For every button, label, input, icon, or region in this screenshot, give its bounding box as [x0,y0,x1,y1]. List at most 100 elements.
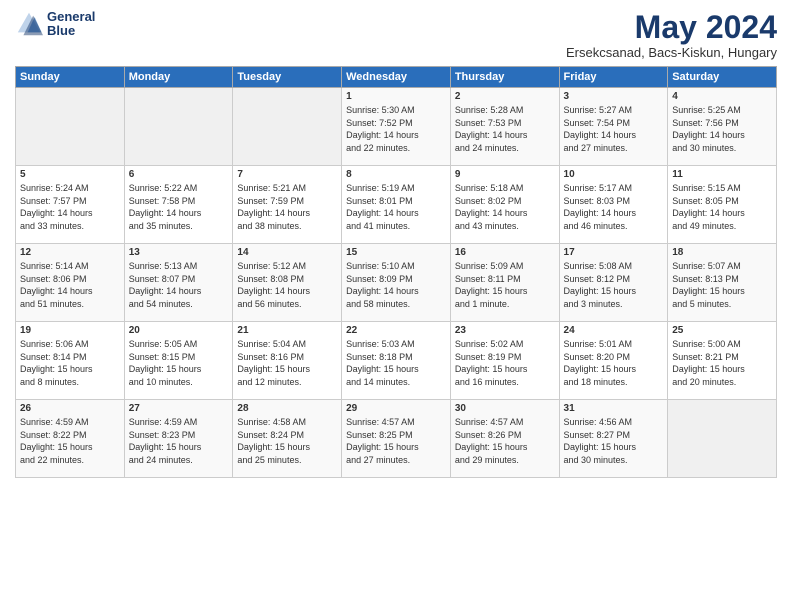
day-info: Sunrise: 5:09 AM Sunset: 8:11 PM Dayligh… [455,260,555,310]
day-number: 28 [237,403,337,414]
day-info: Sunrise: 5:18 AM Sunset: 8:02 PM Dayligh… [455,182,555,232]
day-info: Sunrise: 5:06 AM Sunset: 8:14 PM Dayligh… [20,338,120,388]
calendar-cell: 28 Sunrise: 4:58 AM Sunset: 8:24 PM Dayli… [233,400,342,478]
header-friday: Friday [559,67,668,88]
day-number: 7 [237,169,337,180]
calendar-cell: 1 Sunrise: 5:30 AM Sunset: 7:52 PM Daylig… [342,88,451,166]
calendar-table: Sunday Monday Tuesday Wednesday Thursday… [15,66,777,478]
day-info: Sunrise: 5:21 AM Sunset: 7:59 PM Dayligh… [237,182,337,232]
calendar-cell: 22Sunrise: 5:03 AM Sunset: 8:18 PM Dayli… [342,322,451,400]
header-tuesday: Tuesday [233,67,342,88]
calendar-cell [233,88,342,166]
header-wednesday: Wednesday [342,67,451,88]
day-info: Sunrise: 5:07 AM Sunset: 8:13 PM Dayligh… [672,260,772,310]
header-saturday: Saturday [668,67,777,88]
day-info: Sunrise: 5:05 AM Sunset: 8:15 PM Dayligh… [129,338,229,388]
logo-line2: Blue [47,24,95,38]
calendar-week-0: 1 Sunrise: 5:30 AM Sunset: 7:52 PM Daylig… [16,88,777,166]
day-number: 12 [20,247,120,258]
day-number: 13 [129,247,229,258]
logo-text: General Blue [47,10,95,39]
day-number: 18 [672,247,772,258]
calendar-cell: 8 Sunrise: 5:19 AM Sunset: 8:01 PM Daylig… [342,166,451,244]
location-title: Ersekcsanad, Bacs-Kiskun, Hungary [566,45,777,60]
day-info: Sunrise: 5:24 AM Sunset: 7:57 PM Dayligh… [20,182,120,232]
calendar-cell: 6 Sunrise: 5:22 AM Sunset: 7:58 PM Daylig… [124,166,233,244]
calendar-cell: 24Sunrise: 5:01 AM Sunset: 8:20 PM Dayli… [559,322,668,400]
calendar-cell: 10Sunrise: 5:17 AM Sunset: 8:03 PM Dayli… [559,166,668,244]
day-number: 1 [346,91,446,102]
calendar-week-2: 12 Sunrise: 5:14 AM Sunset: 8:06 PM Dayli… [16,244,777,322]
calendar-week-3: 19 Sunrise: 5:06 AM Sunset: 8:14 PM Dayli… [16,322,777,400]
day-number: 11 [672,169,772,180]
calendar-cell: 12 Sunrise: 5:14 AM Sunset: 8:06 PM Dayli… [16,244,125,322]
calendar-cell: 15 Sunrise: 5:10 AM Sunset: 8:09 PM Dayli… [342,244,451,322]
page-container: General Blue May 2024 Ersekcsanad, Bacs-… [0,0,792,483]
day-info: Sunrise: 5:00 AM Sunset: 8:21 PM Dayligh… [672,338,772,388]
calendar-cell: 16Sunrise: 5:09 AM Sunset: 8:11 PM Dayli… [450,244,559,322]
header: General Blue May 2024 Ersekcsanad, Bacs-… [15,10,777,60]
day-info: Sunrise: 4:57 AM Sunset: 8:25 PM Dayligh… [346,416,446,466]
day-info: Sunrise: 4:59 AM Sunset: 8:22 PM Dayligh… [20,416,120,466]
calendar-cell: 17Sunrise: 5:08 AM Sunset: 8:12 PM Dayli… [559,244,668,322]
day-number: 8 [346,169,446,180]
calendar-cell [124,88,233,166]
header-monday: Monday [124,67,233,88]
logo-line1: General [47,10,95,24]
day-number: 20 [129,325,229,336]
calendar-cell [16,88,125,166]
day-info: Sunrise: 5:15 AM Sunset: 8:05 PM Dayligh… [672,182,772,232]
day-number: 6 [129,169,229,180]
day-info: Sunrise: 5:08 AM Sunset: 8:12 PM Dayligh… [564,260,664,310]
day-info: Sunrise: 5:12 AM Sunset: 8:08 PM Dayligh… [237,260,337,310]
day-number: 27 [129,403,229,414]
day-number: 10 [564,169,664,180]
day-number: 3 [564,91,664,102]
day-info: Sunrise: 5:28 AM Sunset: 7:53 PM Dayligh… [455,104,555,154]
day-number: 26 [20,403,120,414]
day-info: Sunrise: 5:13 AM Sunset: 8:07 PM Dayligh… [129,260,229,310]
day-number: 25 [672,325,772,336]
day-info: Sunrise: 4:59 AM Sunset: 8:23 PM Dayligh… [129,416,229,466]
day-number: 5 [20,169,120,180]
logo-icon [15,10,43,38]
day-number: 2 [455,91,555,102]
day-number: 14 [237,247,337,258]
calendar-cell: 4Sunrise: 5:25 AM Sunset: 7:56 PM Daylig… [668,88,777,166]
day-info: Sunrise: 5:22 AM Sunset: 7:58 PM Dayligh… [129,182,229,232]
day-number: 29 [346,403,446,414]
day-info: Sunrise: 5:14 AM Sunset: 8:06 PM Dayligh… [20,260,120,310]
day-info: Sunrise: 5:03 AM Sunset: 8:18 PM Dayligh… [346,338,446,388]
calendar-week-1: 5 Sunrise: 5:24 AM Sunset: 7:57 PM Daylig… [16,166,777,244]
day-info: Sunrise: 5:27 AM Sunset: 7:54 PM Dayligh… [564,104,664,154]
calendar-cell: 13 Sunrise: 5:13 AM Sunset: 8:07 PM Dayli… [124,244,233,322]
day-info: Sunrise: 4:58 AM Sunset: 8:24 PM Dayligh… [237,416,337,466]
day-info: Sunrise: 4:56 AM Sunset: 8:27 PM Dayligh… [564,416,664,466]
day-number: 30 [455,403,555,414]
day-number: 21 [237,325,337,336]
day-info: Sunrise: 5:10 AM Sunset: 8:09 PM Dayligh… [346,260,446,310]
calendar-cell: 20 Sunrise: 5:05 AM Sunset: 8:15 PM Dayli… [124,322,233,400]
calendar-cell: 30 Sunrise: 4:57 AM Sunset: 8:26 PM Dayli… [450,400,559,478]
day-info: Sunrise: 5:25 AM Sunset: 7:56 PM Dayligh… [672,104,772,154]
day-info: Sunrise: 5:19 AM Sunset: 8:01 PM Dayligh… [346,182,446,232]
title-area: May 2024 Ersekcsanad, Bacs-Kiskun, Hunga… [566,10,777,60]
calendar-cell: 31Sunrise: 4:56 AM Sunset: 8:27 PM Dayli… [559,400,668,478]
calendar-cell: 25 Sunrise: 5:00 AM Sunset: 8:21 PM Dayli… [668,322,777,400]
calendar-cell: 7 Sunrise: 5:21 AM Sunset: 7:59 PM Daylig… [233,166,342,244]
calendar-week-4: 26 Sunrise: 4:59 AM Sunset: 8:22 PM Dayli… [16,400,777,478]
calendar-cell: 3 Sunrise: 5:27 AM Sunset: 7:54 PM Daylig… [559,88,668,166]
calendar-cell: 14 Sunrise: 5:12 AM Sunset: 8:08 PM Dayli… [233,244,342,322]
calendar-cell: 27 Sunrise: 4:59 AM Sunset: 8:23 PM Dayli… [124,400,233,478]
header-sunday: Sunday [16,67,125,88]
day-info: Sunrise: 5:30 AM Sunset: 7:52 PM Dayligh… [346,104,446,154]
day-number: 15 [346,247,446,258]
calendar-cell: 11 Sunrise: 5:15 AM Sunset: 8:05 PM Dayli… [668,166,777,244]
calendar-header-row: Sunday Monday Tuesday Wednesday Thursday… [16,67,777,88]
day-info: Sunrise: 4:57 AM Sunset: 8:26 PM Dayligh… [455,416,555,466]
day-number: 19 [20,325,120,336]
calendar-cell: 2 Sunrise: 5:28 AM Sunset: 7:53 PM Daylig… [450,88,559,166]
calendar-cell: 9Sunrise: 5:18 AM Sunset: 8:02 PM Daylig… [450,166,559,244]
header-thursday: Thursday [450,67,559,88]
calendar-cell: 19 Sunrise: 5:06 AM Sunset: 8:14 PM Dayli… [16,322,125,400]
